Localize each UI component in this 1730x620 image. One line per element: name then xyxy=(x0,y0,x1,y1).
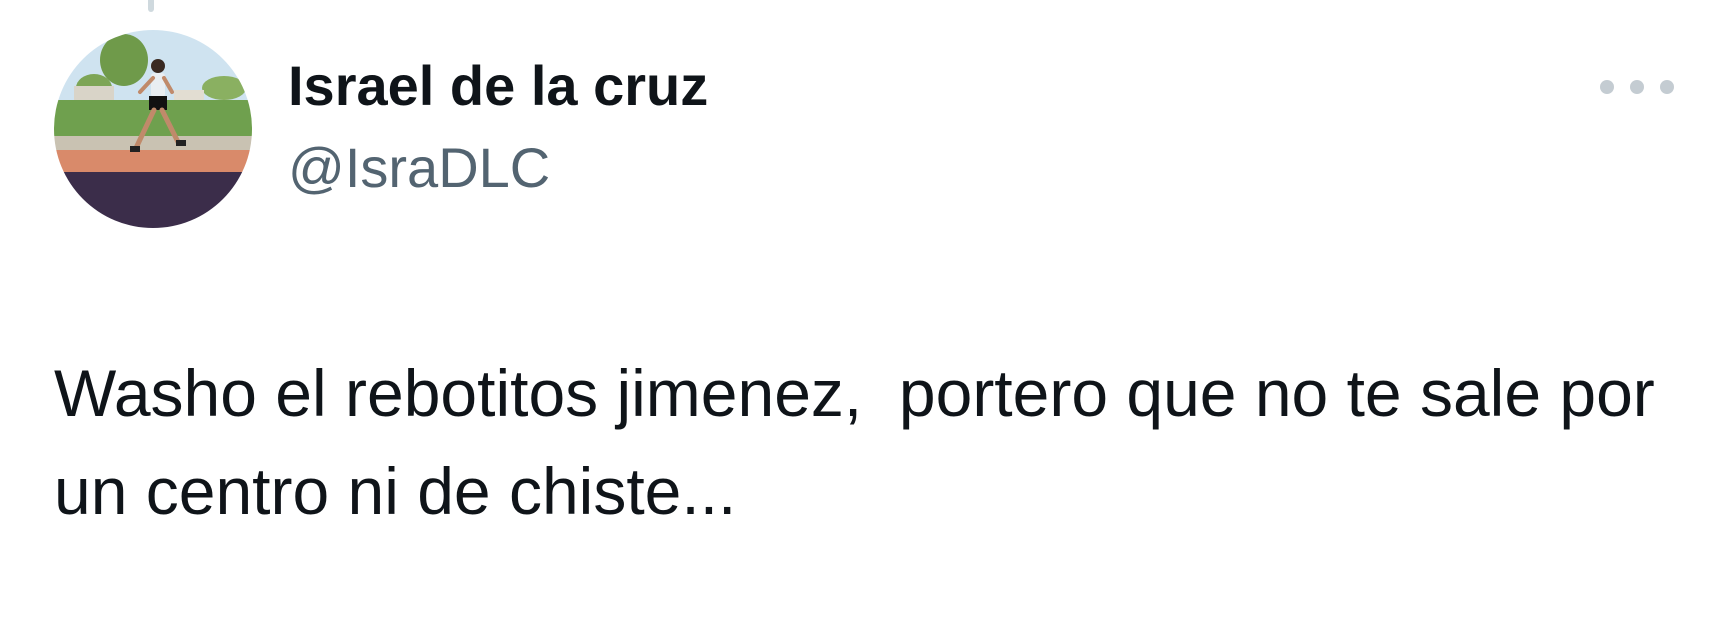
avatar[interactable] xyxy=(54,30,252,228)
tweet-text: Washo el rebotitos jimenez, portero que … xyxy=(54,356,1674,528)
author-display-name[interactable]: Israel de la cruz xyxy=(288,52,708,119)
more-horizontal-icon xyxy=(1630,80,1644,94)
more-options-button[interactable] xyxy=(1600,72,1674,102)
more-horizontal-icon xyxy=(1660,80,1674,94)
author-handle[interactable]: @IsraDLC xyxy=(288,134,550,201)
thread-connector-line xyxy=(148,0,154,12)
more-horizontal-icon xyxy=(1600,80,1614,94)
runner-photo-icon xyxy=(54,30,252,228)
